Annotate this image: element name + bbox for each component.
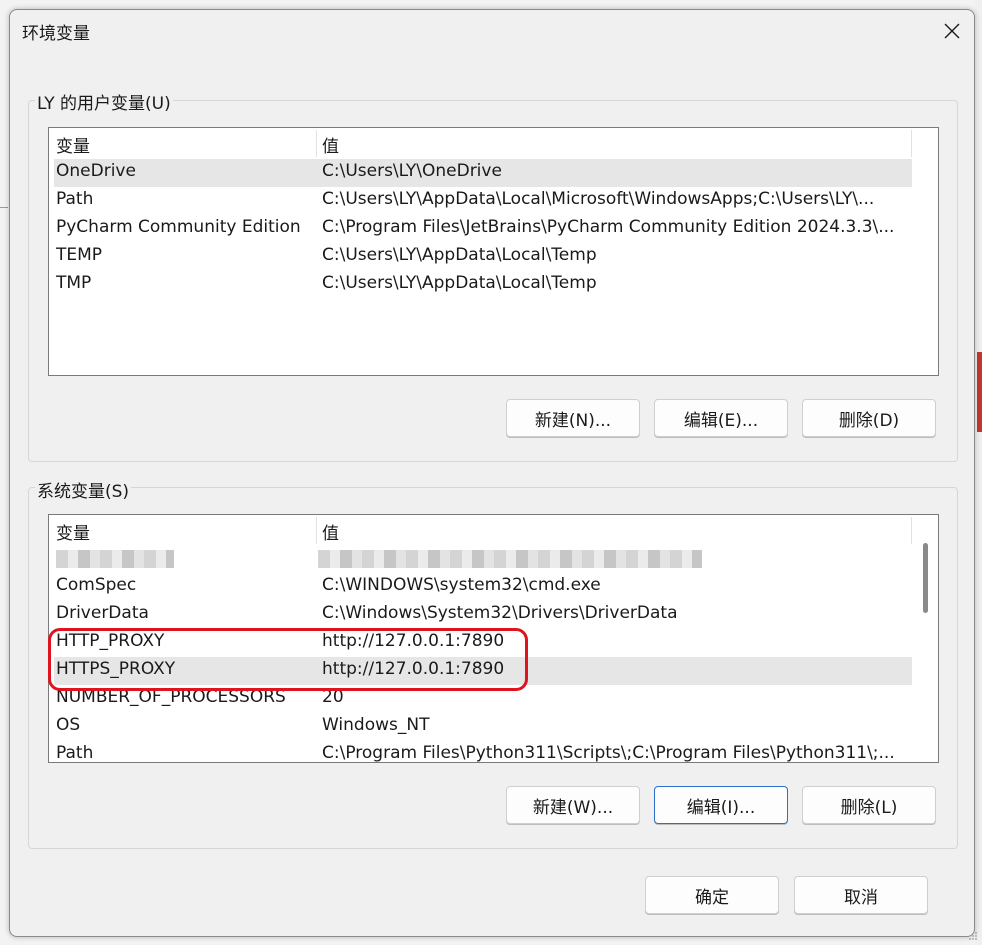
variable-name: OneDrive <box>56 161 136 181</box>
system-edit-button[interactable]: 编辑(I)... <box>654 786 788 824</box>
column-header-value[interactable]: 值 <box>322 519 339 544</box>
background-accent <box>977 352 982 432</box>
system-new-button[interactable]: 新建(W)... <box>506 786 640 824</box>
user-delete-button[interactable]: 删除(D) <box>802 399 936 437</box>
cancel-button[interactable]: 取消 <box>794 876 928 914</box>
table-row[interactable]: Path C:\Users\LY\AppData\Local\Microsoft\… <box>54 187 912 215</box>
background-divider <box>0 207 8 208</box>
user-variables-list[interactable]: 变量 值 OneDrive C:\Users\LY\OneDrive Path C:\… <box>48 127 939 376</box>
variable-name: TEMP <box>56 245 103 265</box>
system-variables-label: 系统变量(S) <box>35 477 132 502</box>
variable-value: C:\Users\LY\AppData\Local\Microsoft\Wind… <box>322 189 875 209</box>
window-title: 环境变量 <box>22 24 90 44</box>
user-variables-label: LY 的用户变量(U) <box>35 89 173 114</box>
variable-name: ComSpec <box>56 575 137 595</box>
table-row[interactable]: TMP C:\Users\LY\AppData\Local\Temp <box>54 271 912 299</box>
table-row[interactable]: Path C:\Program Files\Python311\Scripts\;… <box>54 741 912 763</box>
variable-value: C:\Users\LY\AppData\Local\Temp <box>322 245 597 265</box>
scrollbar-thumb[interactable] <box>923 543 928 613</box>
list-header: 变量 值 <box>49 515 938 545</box>
variable-name: OS <box>56 715 81 735</box>
variable-name: TMP <box>56 273 92 293</box>
column-separator[interactable] <box>911 130 912 157</box>
variable-name: PyCharm Community Edition <box>56 217 301 237</box>
close-icon <box>944 23 960 39</box>
table-row[interactable]: ComSpec C:\WINDOWS\system32\cmd.exe <box>54 573 912 601</box>
column-separator[interactable] <box>911 517 912 544</box>
variable-name: DriverData <box>56 603 149 623</box>
redacted-name <box>56 550 174 568</box>
variable-value: C:\Program Files\JetBrains\PyCharm Commu… <box>322 217 895 237</box>
table-row[interactable]: DriverData C:\Windows\System32\Drivers\Dr… <box>54 601 912 629</box>
column-separator[interactable] <box>316 130 317 157</box>
title-bar: 环境变量 <box>10 10 974 52</box>
variable-value: C:\WINDOWS\system32\cmd.exe <box>322 575 601 595</box>
user-new-button[interactable]: 新建(N)... <box>506 399 640 437</box>
column-header-variable[interactable]: 变量 <box>56 132 90 157</box>
table-row[interactable]: TEMP C:\Users\LY\AppData\Local\Temp <box>54 243 912 271</box>
table-row[interactable]: OS Windows_NT <box>54 713 912 741</box>
ok-button[interactable]: 确定 <box>645 876 779 914</box>
table-row[interactable]: PyCharm Community Edition C:\Program File… <box>54 215 912 243</box>
column-header-value[interactable]: 值 <box>322 132 339 157</box>
variable-value: C:\Users\LY\AppData\Local\Temp <box>322 273 597 293</box>
column-separator[interactable] <box>316 517 317 544</box>
variable-name: Path <box>56 189 94 209</box>
table-row[interactable]: OneDrive C:\Users\LY\OneDrive <box>54 159 912 187</box>
variable-name: Path <box>56 743 94 763</box>
variable-value: Windows_NT <box>322 715 430 735</box>
list-header: 变量 值 <box>49 128 938 158</box>
column-header-variable[interactable]: 变量 <box>56 519 90 544</box>
variable-value: C:\Users\LY\OneDrive <box>322 161 502 181</box>
redacted-value <box>318 550 702 568</box>
variable-value: C:\Program Files\Python311\Scripts\;C:\P… <box>322 743 895 763</box>
variable-value: C:\Windows\System32\Drivers\DriverData <box>322 603 678 623</box>
close-button[interactable] <box>938 18 966 44</box>
user-edit-button[interactable]: 编辑(E)... <box>654 399 788 437</box>
proxy-highlight-annotation <box>48 628 528 691</box>
resize-grip-icon[interactable] <box>968 931 978 941</box>
redacted-row[interactable] <box>54 545 912 573</box>
background-window <box>975 0 982 945</box>
system-delete-button[interactable]: 删除(L) <box>802 786 936 824</box>
